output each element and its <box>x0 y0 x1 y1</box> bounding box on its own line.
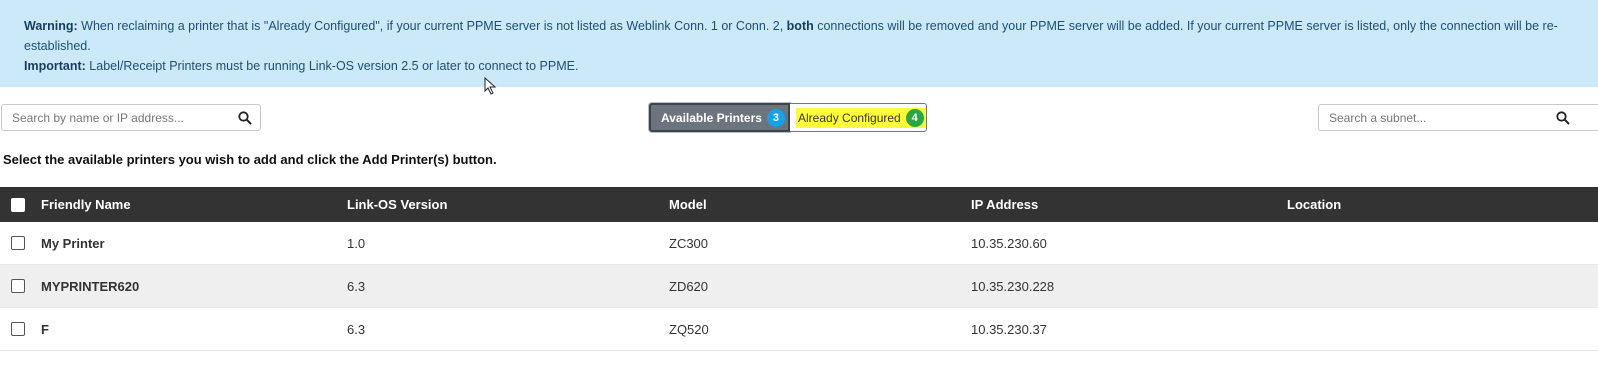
row-checkbox[interactable] <box>11 322 25 336</box>
printer-ip: 10.35.230.228 <box>971 278 1055 294</box>
already-configured-highlight: Already Configured 4 <box>796 107 926 128</box>
printer-model: ZC300 <box>669 235 709 251</box>
name-search-input[interactable] <box>2 105 260 130</box>
available-printers-button[interactable]: Available Printers 3 <box>649 103 790 132</box>
warning-bold: both <box>786 19 814 33</box>
already-configured-label: Already Configured <box>798 110 901 125</box>
warning-message: Warning: When reclaiming a printer that … <box>24 16 1574 56</box>
printer-os-version: 1.0 <box>347 235 366 251</box>
printer-os-version: 6.3 <box>347 278 366 294</box>
important-text: Label/Receipt Printers must be running L… <box>85 59 579 73</box>
instruction-text: Select the available printers you wish t… <box>3 152 497 167</box>
header-friendly-name[interactable]: Friendly Name <box>41 187 131 222</box>
header-model[interactable]: Model <box>669 187 707 222</box>
select-all-checkbox[interactable] <box>11 197 25 212</box>
table-row[interactable]: F 6.3 ZQ520 10.35.230.37 <box>0 308 1598 351</box>
printer-filter-toggle: Available Printers 3 Already Configured … <box>649 103 927 132</box>
header-link-os-version[interactable]: Link-OS Version <box>347 187 447 222</box>
printers-table: Friendly Name Link-OS Version Model IP A… <box>0 187 1598 351</box>
alert-banner: Warning: When reclaiming a printer that … <box>0 0 1598 87</box>
row-checkbox[interactable] <box>11 236 25 250</box>
printer-name: F <box>41 321 49 337</box>
table-row[interactable]: My Printer 1.0 ZC300 10.35.230.60 <box>0 222 1598 265</box>
row-checkbox[interactable] <box>11 279 25 293</box>
printer-os-version: 6.3 <box>347 321 366 337</box>
printer-name: My Printer <box>41 235 105 251</box>
subnet-search[interactable] <box>1318 104 1598 131</box>
warning-text-1: When reclaiming a printer that is "Alrea… <box>77 19 787 33</box>
search-icon[interactable] <box>1556 111 1570 125</box>
printer-model: ZQ520 <box>669 321 709 337</box>
printer-ip: 10.35.230.60 <box>971 235 1047 251</box>
printer-model: ZD620 <box>669 278 709 294</box>
already-configured-button[interactable]: Already Configured 4 <box>790 103 927 132</box>
available-count-badge: 3 <box>766 108 785 127</box>
mouse-cursor-icon <box>484 77 497 95</box>
header-location[interactable]: Location <box>1287 187 1341 222</box>
search-icon[interactable] <box>238 111 252 125</box>
header-ip-address[interactable]: IP Address <box>971 187 1038 222</box>
printer-ip: 10.35.230.37 <box>971 321 1047 337</box>
important-message: Important: Label/Receipt Printers must b… <box>24 56 1574 76</box>
important-label: Important: <box>24 59 86 73</box>
table-row[interactable]: MYPRINTER620 6.3 ZD620 10.35.230.228 <box>0 265 1598 308</box>
table-header: Friendly Name Link-OS Version Model IP A… <box>0 187 1598 222</box>
name-search[interactable] <box>1 104 261 131</box>
available-printers-label: Available Printers <box>661 110 762 125</box>
configured-count-badge: 4 <box>905 108 924 127</box>
printer-name: MYPRINTER620 <box>41 278 140 294</box>
warning-label: Warning: <box>24 19 78 33</box>
